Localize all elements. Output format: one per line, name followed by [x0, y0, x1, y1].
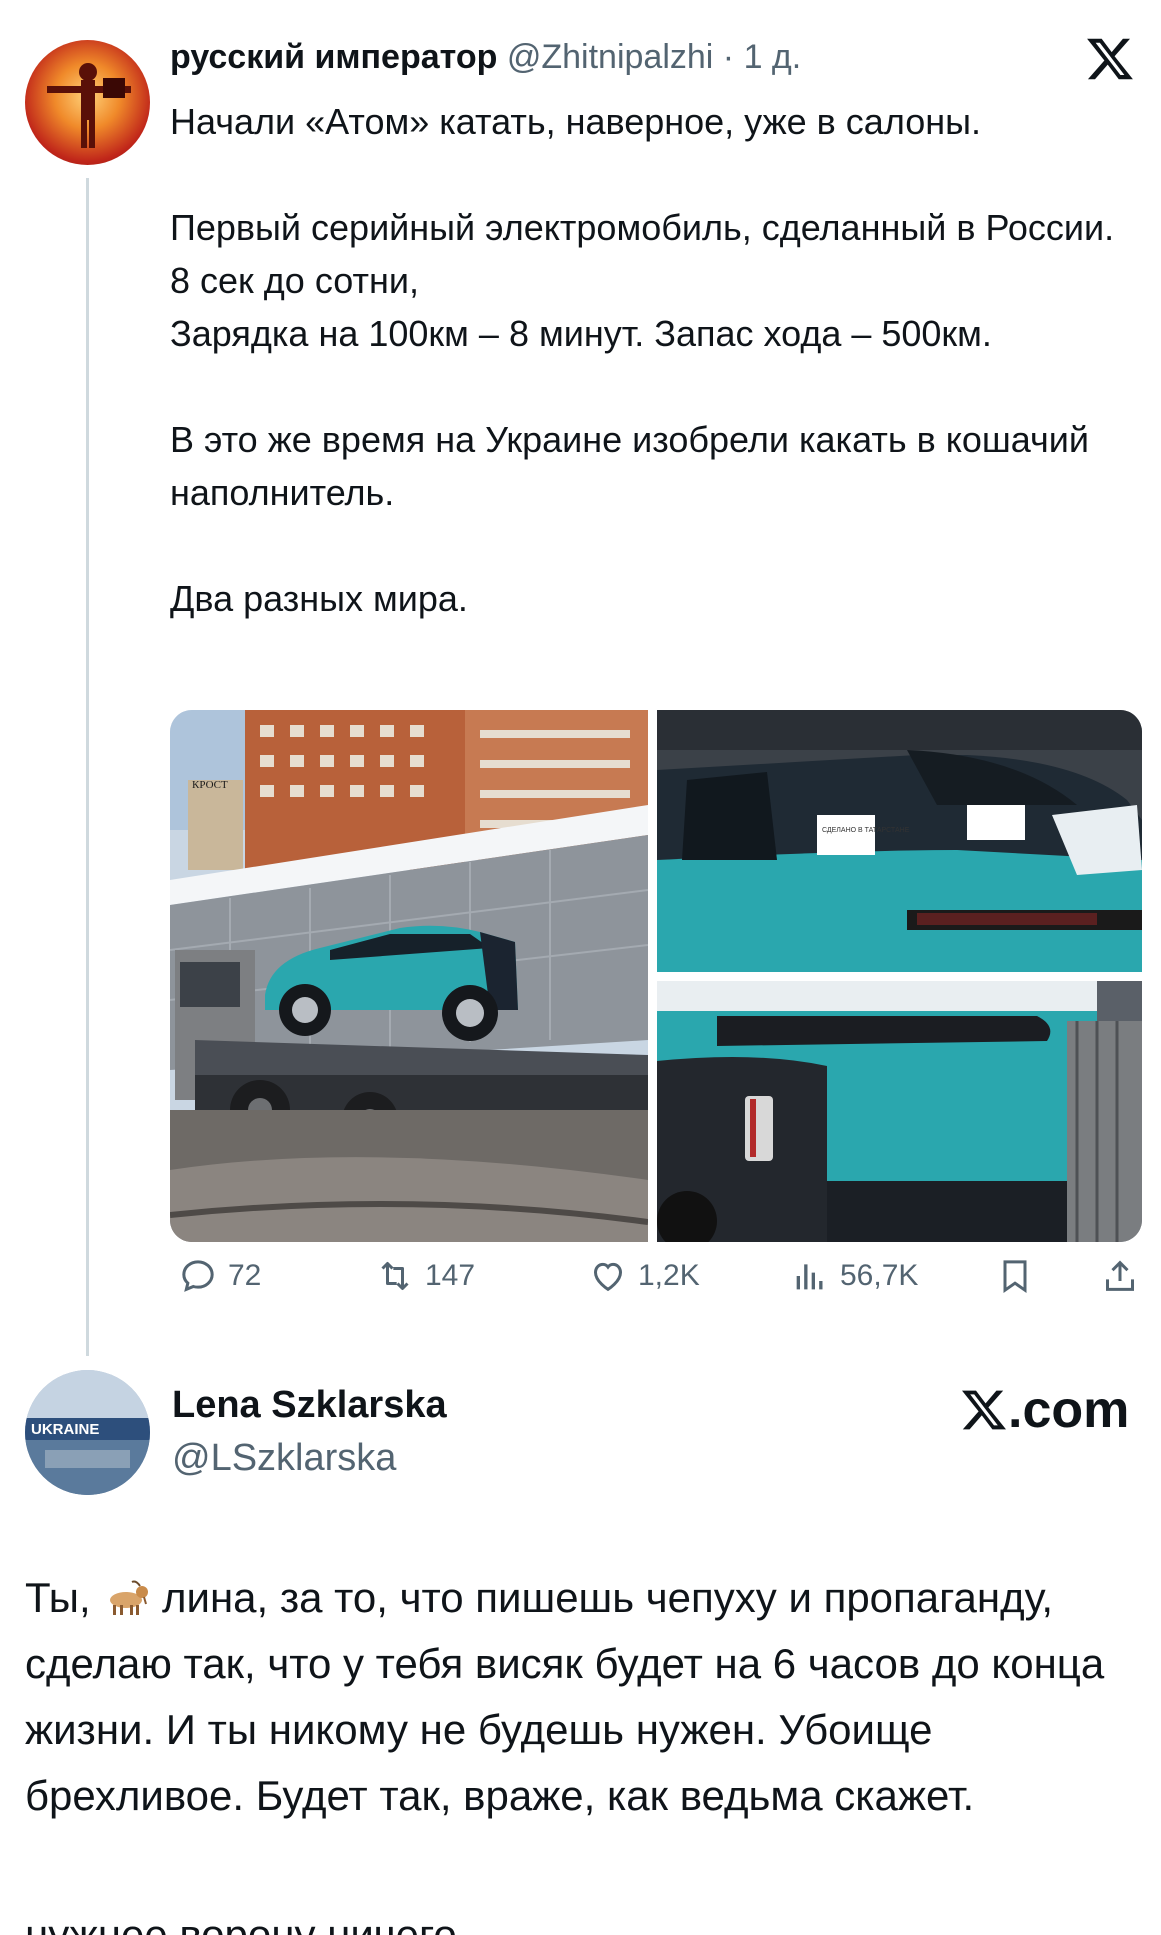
- views-count: 56,7K: [840, 1259, 919, 1292]
- like-count: 1,2K: [638, 1259, 700, 1292]
- share-icon: [1106, 1260, 1134, 1291]
- heart-icon: [593, 1262, 623, 1292]
- reply-text-start: Ты,: [25, 1574, 103, 1621]
- reply-text: Ты, лина, за то, что пишешь чепуху и про…: [25, 1565, 1145, 1829]
- tweet-action-bar: 72 147 1,2K 56,7K: [170, 1256, 1160, 1306]
- x-brand-icon: [962, 1390, 1006, 1430]
- avatar-banner-text: UKRAINE: [31, 1421, 99, 1438]
- like-button[interactable]: 1,2K: [588, 1256, 700, 1296]
- bookmark-button[interactable]: [995, 1256, 1035, 1296]
- reply-button[interactable]: 72: [178, 1256, 261, 1296]
- x-logo-icon[interactable]: [1085, 34, 1135, 84]
- sticker-text: СДЕЛАНО В ТАТАРСТАНЕ: [822, 827, 910, 834]
- reply-text-cutoff: нужнее ворону ничего: [25, 1905, 615, 1935]
- photo-tow-truck[interactable]: КРОСТ: [170, 710, 648, 1242]
- tweet-text: Начали «Атом» катать, наверное, уже в са…: [170, 101, 1115, 619]
- retweet-button[interactable]: 147: [375, 1256, 475, 1296]
- reply-count: 72: [228, 1259, 262, 1292]
- retweet-count: 147: [425, 1259, 476, 1292]
- store-sign-text: КРОСТ: [192, 779, 228, 791]
- author-name[interactable]: русский император: [170, 38, 497, 76]
- reply-author-avatar[interactable]: UKRAINE: [25, 1370, 150, 1495]
- bookmark-icon: [1003, 1260, 1027, 1294]
- share-button[interactable]: [1100, 1256, 1140, 1296]
- thread-line: [86, 178, 89, 1356]
- author-handle[interactable]: @Zhitnipalzhi: [507, 38, 714, 76]
- views-button[interactable]: 56,7K: [790, 1256, 918, 1296]
- car-side-image: СДЕЛАНО В ТАТАРСТАНЕ: [657, 710, 1142, 972]
- reply-author-handle[interactable]: @LSzklarska: [172, 1437, 396, 1480]
- reply-icon: [182, 1260, 214, 1292]
- cutoff-line: нужнее ворону ничего: [25, 1911, 457, 1935]
- x-com-brand: .com: [960, 1380, 1129, 1440]
- tweet-header: русский император @Zhitnipalzhi · 1 д.: [170, 38, 801, 77]
- avatar-figure-image: [47, 63, 131, 148]
- reply-author-name[interactable]: Lena Szklarska: [172, 1384, 447, 1427]
- car-rear-image: [657, 981, 1142, 1242]
- tow-truck-image: КРОСТ: [170, 710, 648, 1242]
- tweet-media-grid[interactable]: КРОСТ СДЕЛАНО В ТАТАРСТАНЕ: [170, 710, 1142, 1242]
- goat-icon: [110, 1580, 149, 1615]
- author-avatar[interactable]: [25, 40, 150, 165]
- tweet-time[interactable]: 1 д.: [744, 38, 802, 76]
- reply-text-rest: лина, за то, что пишешь чепуху и пропага…: [25, 1574, 1116, 1819]
- brand-domain: .com: [1008, 1381, 1130, 1439]
- avatar-banner-image: UKRAINE: [25, 1370, 150, 1495]
- photo-car-rear[interactable]: [657, 981, 1142, 1242]
- photo-car-side[interactable]: СДЕЛАНО В ТАТАРСТАНЕ: [657, 710, 1142, 972]
- retweet-icon: [381, 1262, 409, 1290]
- views-chart-icon: [796, 1264, 823, 1290]
- header-separator: ·: [722, 38, 735, 76]
